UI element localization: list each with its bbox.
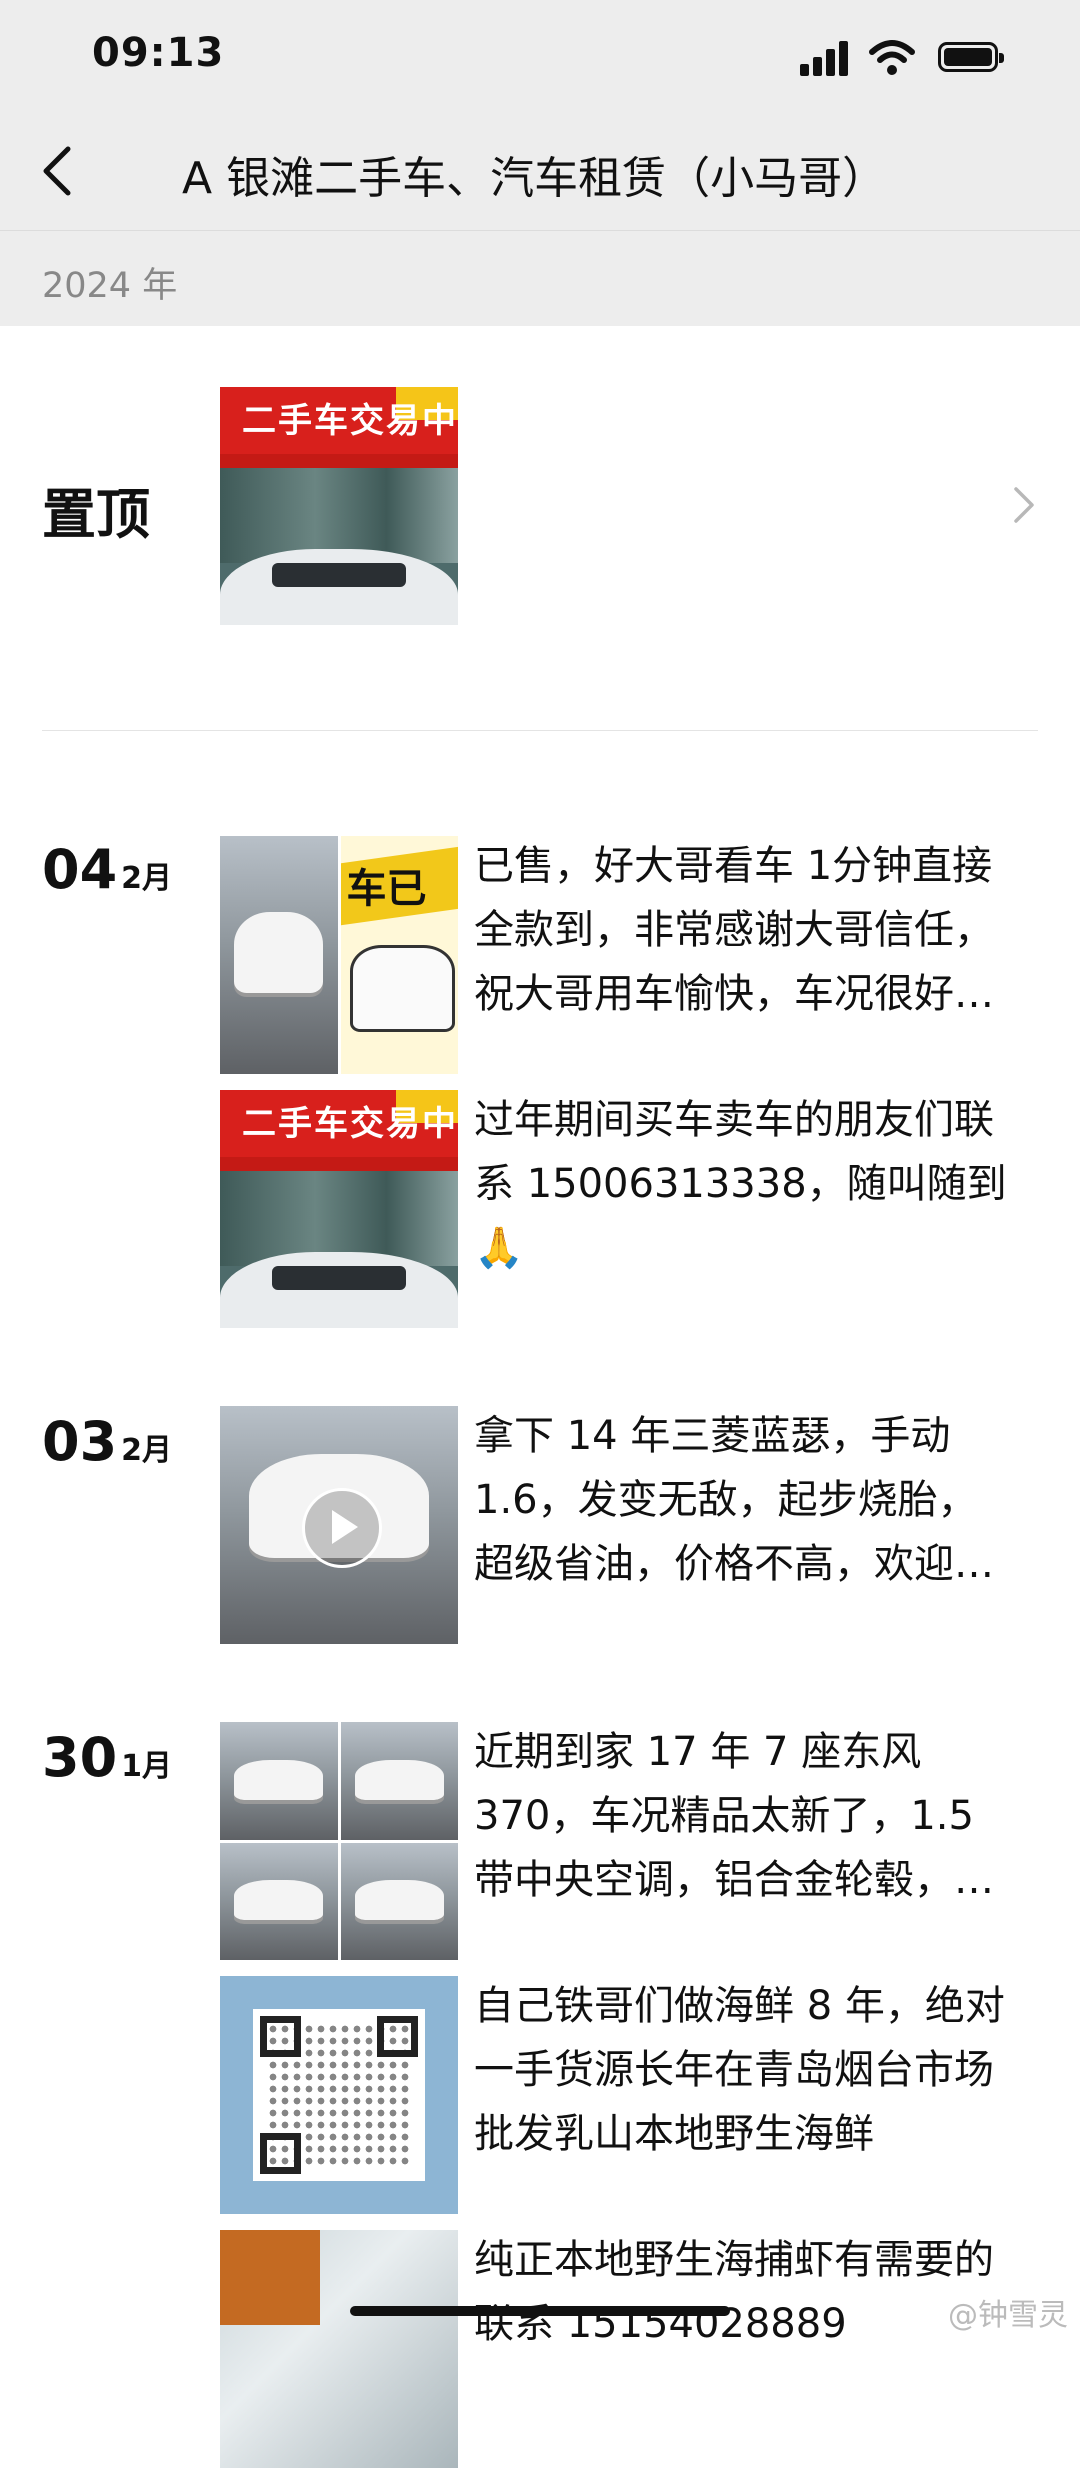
post-text[interactable]: 已售，好大哥看车 1分钟直接全款到，非常感谢大哥信任，祝大哥用车愉快，车况很好，…: [474, 834, 1014, 1026]
status-time: 09:13: [92, 30, 225, 76]
battery-icon: [938, 42, 1004, 72]
date-month: 2月: [121, 861, 173, 896]
post-thumbnail[interactable]: 车已: [220, 836, 458, 1074]
car-photo: [340, 1842, 458, 1960]
watermark: @钟雪灵: [948, 2298, 1068, 2333]
shop-photo: 二手车交易中: [220, 387, 458, 625]
post-text[interactable]: 纯正本地野生海捕虾有需要的联系 15154028889: [474, 2228, 1014, 2356]
post-text[interactable]: 自己铁哥们做海鲜 8 年，绝对一手货源长年在青岛烟台市场批发乳山本地野生海鲜: [474, 1974, 1014, 2166]
car-photo: [340, 1722, 458, 1840]
date-month: 1月: [121, 1749, 173, 1784]
play-icon[interactable]: [302, 1488, 382, 1568]
car-photo: [220, 1406, 458, 1644]
date-day: 30: [42, 1726, 118, 1789]
post-text[interactable]: 近期到家 17 年 7 座东风370，车况精品太新了，1.5 带中央空调，铝合金…: [474, 1720, 1014, 1912]
wifi-icon: [869, 40, 915, 75]
pinned-row[interactable]: 置顶 二手车交易中: [0, 325, 1080, 730]
post-date: 30 1月: [42, 1726, 172, 1789]
pinned-label: 置顶: [42, 483, 150, 546]
promo-text: 车已: [346, 866, 427, 912]
video-thumbnail[interactable]: [220, 1406, 458, 1644]
page-title: A 银滩二手车、汽车租赁（小马哥）: [182, 153, 887, 204]
car-photo: [220, 1722, 338, 1840]
qr-code-image: [220, 1976, 458, 2214]
date-day: 04: [42, 838, 118, 901]
status-icons: [800, 40, 1030, 80]
divider: [42, 730, 1038, 731]
top-bar: 09:13 A 银滩二手车、汽车租赁（小马哥）: [0, 0, 1080, 230]
post-date: 03 2月: [42, 1410, 172, 1473]
shop-sign-text: 二手车交易中: [242, 1104, 458, 1144]
car-photo: [220, 1842, 338, 1960]
home-indicator[interactable]: [350, 2306, 730, 2316]
post-thumbnail[interactable]: [220, 1722, 458, 1960]
post-text[interactable]: 过年期间买车卖车的朋友们联系 15006313338，随叫随到🙏: [474, 1088, 1014, 1280]
year-header: 2024 年: [0, 230, 1080, 326]
signal-icon: [800, 40, 850, 76]
pinned-thumbnail[interactable]: 二手车交易中: [220, 387, 458, 625]
year-label: 2024 年: [42, 266, 178, 306]
chevron-right-icon: [1014, 487, 1034, 523]
post-thumbnail[interactable]: [220, 2230, 458, 2468]
post-date: 04 2月: [42, 838, 172, 901]
promo-photo: 车已: [340, 836, 458, 1074]
date-day: 03: [42, 1410, 118, 1473]
date-month: 2月: [121, 1433, 173, 1468]
shrimp-photo: [220, 2230, 458, 2468]
shop-photo: 二手车交易中: [220, 1090, 458, 1328]
shop-sign-text: 二手车交易中: [242, 401, 458, 441]
post-text[interactable]: 拿下 14 年三菱蓝瑟，手动1.6，发变无敌，起步烧胎，超级省油，价格不高，欢迎…: [474, 1404, 1014, 1596]
car-photo: [220, 836, 338, 1074]
post-thumbnail[interactable]: [220, 1976, 458, 2214]
post-thumbnail[interactable]: 二手车交易中: [220, 1090, 458, 1328]
back-button[interactable]: [38, 145, 78, 197]
